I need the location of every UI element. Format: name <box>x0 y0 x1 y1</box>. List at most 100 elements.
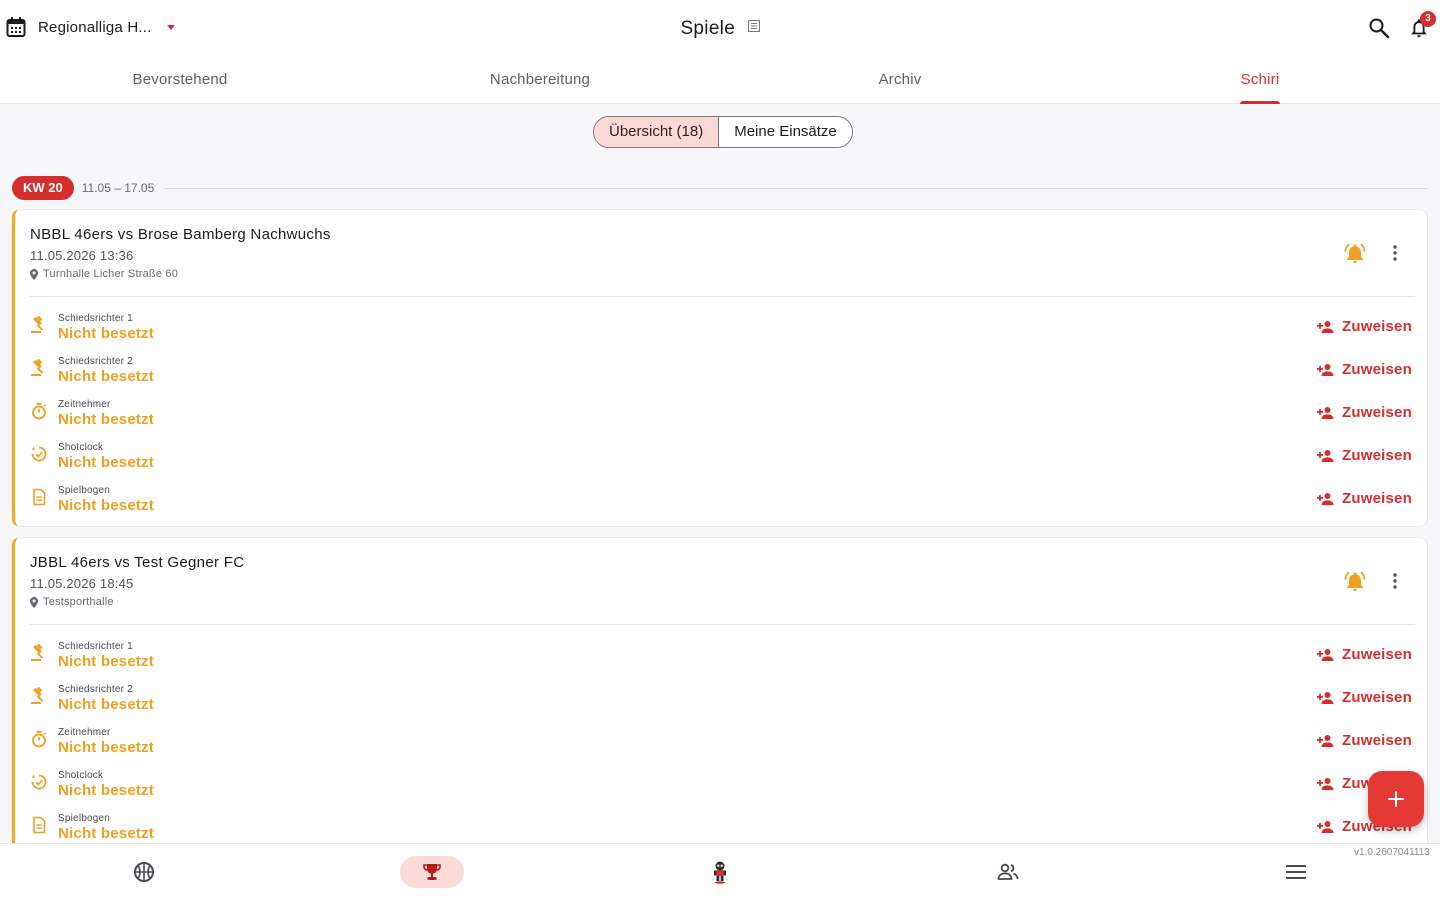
whistle-gavel-icon <box>30 358 48 382</box>
role-list: Schiedsrichter 1 Nicht besetzt Zuweisen … <box>15 625 1427 852</box>
game-card[interactable]: JBBL 46ers vs Test Gegner FC 11.05.2026 … <box>12 537 1428 857</box>
role-status: Nicht besetzt <box>58 782 154 799</box>
role-status: Nicht besetzt <box>58 696 154 713</box>
scoresheet-icon <box>30 816 48 839</box>
stopwatch-icon <box>30 730 48 753</box>
assign-label: Zuweisen <box>1342 732 1412 749</box>
page-title: Spiele <box>680 18 736 39</box>
role-status: Nicht besetzt <box>58 411 154 428</box>
assign-button[interactable]: Zuweisen <box>1317 490 1412 507</box>
segment-overview[interactable]: Übersicht (18) <box>594 117 720 147</box>
tab-bevorstehend[interactable]: Bevorstehend <box>0 58 360 103</box>
role-row: Zeitnehmer Nicht besetzt Zuweisen <box>15 395 1427 438</box>
role-row: Schiedsrichter 1 Nicht besetzt Zuweisen <box>15 637 1427 680</box>
role-label: Schiedsrichter 1 <box>58 641 133 652</box>
top-app-bar: Regionalliga H... Spiele 3 <box>0 0 1440 58</box>
role-status: Nicht besetzt <box>58 368 154 385</box>
location-pin-icon <box>30 596 38 608</box>
role-list: Schiedsrichter 1 Nicht besetzt Zuweisen … <box>15 297 1427 524</box>
person-add-icon <box>1317 320 1334 333</box>
role-row: Schiedsrichter 1 Nicht besetzt Zuweisen <box>15 309 1427 352</box>
nav-people[interactable] <box>864 844 1152 900</box>
search-button[interactable] <box>1368 17 1390 44</box>
stopwatch-icon <box>30 402 48 425</box>
role-label: Shotclock <box>58 770 104 781</box>
whistle-gavel-icon <box>30 686 48 710</box>
assign-label: Zuweisen <box>1342 318 1412 335</box>
game-venue: Testsporthalle <box>30 596 114 608</box>
game-title: JBBL 46ers vs Test Gegner FC <box>30 554 245 571</box>
week-badge: KW 20 <box>12 176 74 200</box>
role-status: Nicht besetzt <box>58 325 154 342</box>
nav-competitions[interactable] <box>288 844 576 900</box>
bottom-navigation <box>0 843 1440 900</box>
person-add-icon <box>1317 406 1334 419</box>
nav-games[interactable] <box>0 844 288 900</box>
basketball-icon <box>134 862 154 882</box>
notifications-button[interactable]: 3 <box>1408 11 1436 44</box>
tab-bar: Bevorstehend Nachbereitung Archiv Schiri <box>0 58 1440 104</box>
segment-my-assignments[interactable]: Meine Einsätze <box>719 117 852 147</box>
nav-mascot[interactable] <box>576 844 864 900</box>
divider <box>164 187 1428 189</box>
more-vert-icon <box>1393 245 1397 261</box>
assign-button[interactable]: Zuweisen <box>1317 404 1412 421</box>
more-options-button[interactable] <box>1387 244 1403 267</box>
game-title: NBBL 46ers vs Brose Bamberg Nachwuchs <box>30 226 331 243</box>
role-label: Schiedsrichter 1 <box>58 313 133 324</box>
venue-name: Testsporthalle <box>43 596 114 608</box>
role-row: Zeitnehmer Nicht besetzt Zuweisen <box>15 723 1427 766</box>
tab-nachbereitung[interactable]: Nachbereitung <box>360 58 720 103</box>
mascot-icon <box>714 861 726 884</box>
assign-button[interactable]: Zuweisen <box>1317 646 1412 663</box>
list-view-icon[interactable] <box>747 20 760 32</box>
tab-archiv[interactable]: Archiv <box>720 58 1080 103</box>
search-icon <box>1369 18 1390 39</box>
role-label: Schiedsrichter 2 <box>58 356 133 367</box>
active-tab-indicator <box>1240 101 1280 104</box>
assign-label: Zuweisen <box>1342 490 1412 507</box>
menu-icon <box>1286 865 1306 879</box>
more-vert-icon <box>1393 573 1397 589</box>
more-options-button[interactable] <box>1387 572 1403 595</box>
tab-label: Bevorstehend <box>132 71 228 88</box>
whistle-gavel-icon <box>30 315 48 339</box>
person-add-icon <box>1317 648 1334 661</box>
notification-badge: 3 <box>1420 11 1436 27</box>
assign-button[interactable]: Zuweisen <box>1317 361 1412 378</box>
whistle-gavel-icon <box>30 643 48 667</box>
person-add-icon <box>1317 363 1334 376</box>
role-status: Nicht besetzt <box>58 497 154 514</box>
tab-label: Nachbereitung <box>489 71 591 88</box>
role-label: Spielbogen <box>58 813 111 824</box>
game-datetime: 11.05.2026 18:45 <box>30 576 134 591</box>
trophy-icon <box>423 864 441 880</box>
alarm-bell-icon <box>1344 571 1366 591</box>
tab-label: Schiri <box>1240 71 1280 88</box>
view-segmented-control: Übersicht (18) Meine Einsätze <box>593 116 853 148</box>
role-label: Spielbogen <box>58 485 111 496</box>
role-row: Schiedsrichter 2 Nicht besetzt Zuweisen <box>15 352 1427 395</box>
alert-button[interactable] <box>1343 242 1367 269</box>
assign-button[interactable]: Zuweisen <box>1317 689 1412 706</box>
game-card[interactable]: NBBL 46ers vs Brose Bamberg Nachwuchs 11… <box>12 209 1428 527</box>
assign-button[interactable]: Zuweisen <box>1317 318 1412 335</box>
alert-button[interactable] <box>1343 570 1367 597</box>
assign-label: Zuweisen <box>1342 404 1412 421</box>
role-row: Spielbogen Nicht besetzt Zuweisen <box>15 481 1427 524</box>
tab-schiri[interactable]: Schiri <box>1080 58 1440 104</box>
assign-button[interactable]: Zuweisen <box>1317 732 1412 749</box>
role-label: Zeitnehmer <box>58 727 111 738</box>
assign-label: Zuweisen <box>1342 361 1412 378</box>
game-card-header: NBBL 46ers vs Brose Bamberg Nachwuchs 11… <box>15 210 1427 296</box>
game-venue: Turnhalle Licher Straße 60 <box>30 268 178 280</box>
role-label: Shotclock <box>58 442 104 453</box>
role-label: Schiedsrichter 2 <box>58 684 133 695</box>
nav-pill <box>112 856 176 888</box>
assign-label: Zuweisen <box>1342 646 1412 663</box>
assign-button[interactable]: Zuweisen <box>1317 447 1412 464</box>
nav-pill <box>688 856 752 888</box>
plus-icon <box>1388 791 1404 807</box>
game-card-header: JBBL 46ers vs Test Gegner FC 11.05.2026 … <box>15 538 1427 624</box>
add-fab-button[interactable] <box>1368 771 1424 827</box>
